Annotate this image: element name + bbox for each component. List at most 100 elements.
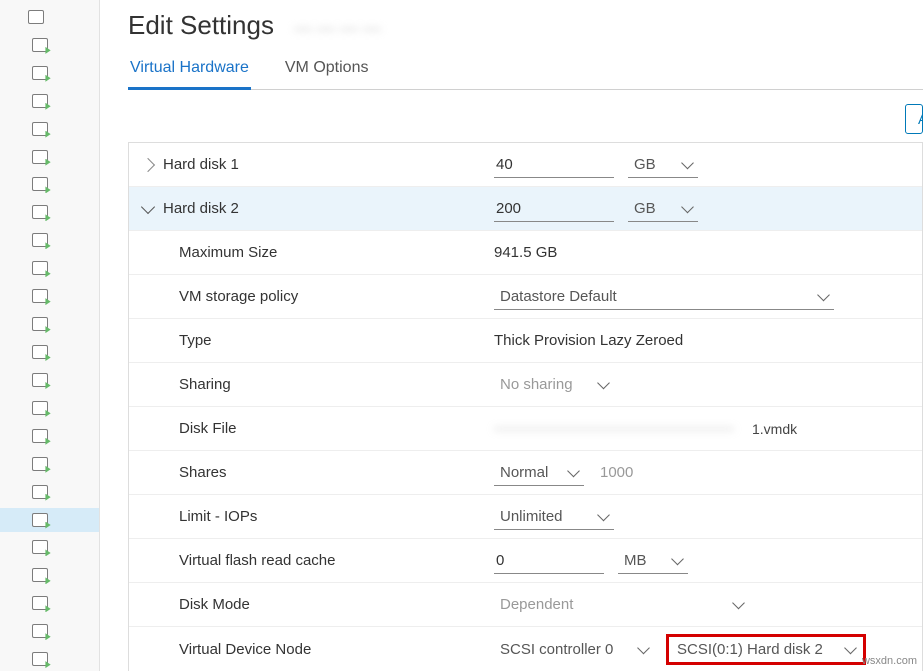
- disk-file-label: Disk File: [179, 420, 237, 437]
- tree-item[interactable]: [0, 200, 99, 224]
- shares-label: Shares: [179, 464, 227, 481]
- vm-icon: [32, 345, 48, 359]
- flash-cache-unit-select[interactable]: MB: [618, 548, 688, 574]
- sharing-label: Sharing: [179, 376, 231, 393]
- vm-icon: [32, 596, 48, 610]
- vm-icon: [32, 205, 48, 219]
- tree-item[interactable]: [0, 480, 99, 504]
- tree-item[interactable]: [0, 117, 99, 141]
- row-disk-mode: Disk Mode Dependent: [129, 583, 922, 627]
- flash-cache-label: Virtual flash read cache: [179, 552, 335, 569]
- vm-icon: [32, 177, 48, 191]
- tree-item[interactable]: [0, 619, 99, 643]
- tab-vm-options[interactable]: VM Options: [283, 59, 371, 89]
- tree-item[interactable]: [0, 61, 99, 85]
- max-size-label: Maximum Size: [179, 244, 277, 261]
- vm-icon: [32, 38, 48, 52]
- row-limit-iops: Limit - IOPs Unlimited: [129, 495, 922, 539]
- vm-icon: [32, 289, 48, 303]
- tree-item[interactable]: [0, 591, 99, 615]
- inventory-tree: [0, 0, 100, 671]
- hd1-size-input[interactable]: [494, 152, 614, 178]
- limit-select[interactable]: Unlimited: [494, 504, 614, 530]
- tree-item[interactable]: [0, 424, 99, 448]
- vdn-label: Virtual Device Node: [179, 641, 311, 658]
- vdn-highlight: SCSI(0:1) Hard disk 2: [666, 634, 866, 665]
- tree-item[interactable]: [0, 256, 99, 280]
- hd2-unit-select[interactable]: GB: [628, 196, 698, 222]
- row-shares: Shares Normal: [129, 451, 922, 495]
- vm-icon: [32, 317, 48, 331]
- vm-icon: [32, 373, 48, 387]
- watermark: wsxdn.com: [862, 655, 917, 667]
- hardware-list: Hard disk 1 GB Hard disk 2 GB: [128, 142, 923, 671]
- tab-virtual-hardware[interactable]: Virtual Hardware: [128, 59, 251, 90]
- tree-item[interactable]: [0, 536, 99, 560]
- chevron-down-icon: [141, 200, 155, 214]
- row-hard-disk-2[interactable]: Hard disk 2 GB: [129, 187, 922, 231]
- storage-policy-label: VM storage policy: [179, 288, 298, 305]
- chevron-right-icon: [141, 157, 155, 171]
- max-size-value: 941.5 GB: [494, 244, 557, 261]
- disk-mode-label: Disk Mode: [179, 596, 250, 613]
- tree-item[interactable]: [0, 5, 99, 29]
- tree-item[interactable]: [0, 396, 99, 420]
- storage-policy-select[interactable]: Datastore Default: [494, 284, 834, 310]
- tree-item[interactable]: [0, 368, 99, 392]
- tree-item[interactable]: [0, 340, 99, 364]
- edit-settings-panel: Edit Settings — — — — Virtual Hardware V…: [100, 0, 923, 671]
- tree-item[interactable]: [0, 647, 99, 671]
- vm-icon: [32, 429, 48, 443]
- vm-icon: [32, 150, 48, 164]
- tree-item[interactable]: [0, 173, 99, 197]
- row-flash-cache: Virtual flash read cache MB: [129, 539, 922, 583]
- vm-icon: [32, 122, 48, 136]
- vm-icon: [32, 233, 48, 247]
- tree-item[interactable]: [0, 228, 99, 252]
- tree-item[interactable]: [0, 89, 99, 113]
- flash-cache-size-input[interactable]: [494, 548, 604, 574]
- vm-icon: [32, 401, 48, 415]
- vm-icon: [32, 624, 48, 638]
- vm-icon: [32, 540, 48, 554]
- vm-icon: [32, 66, 48, 80]
- row-virtual-device-node: Virtual Device Node SCSI controller 0 SC…: [129, 627, 922, 671]
- type-label: Type: [179, 332, 212, 349]
- tree-item-selected[interactable]: [0, 508, 99, 532]
- row-type: Type Thick Provision Lazy Zeroed: [129, 319, 922, 363]
- row-sharing: Sharing No sharing: [129, 363, 922, 407]
- disk-mode-select: Dependent: [494, 592, 749, 617]
- vdn-node-select[interactable]: SCSI(0:1) Hard disk 2: [671, 637, 861, 662]
- disk-file-path-blurred: ————————————————: [494, 420, 734, 437]
- limit-label: Limit - IOPs: [179, 508, 257, 525]
- folder-icon: [28, 10, 44, 24]
- add-device-button[interactable]: A: [905, 104, 923, 134]
- hd2-size-input[interactable]: [494, 196, 614, 222]
- tree-item[interactable]: [0, 284, 99, 308]
- page-title: Edit Settings: [128, 10, 274, 41]
- vdn-controller-select[interactable]: SCSI controller 0: [494, 637, 654, 662]
- vm-icon: [32, 457, 48, 471]
- row-hard-disk-1[interactable]: Hard disk 1 GB: [129, 143, 922, 187]
- tree-item[interactable]: [0, 452, 99, 476]
- vm-icon: [32, 485, 48, 499]
- row-storage-policy: VM storage policy Datastore Default: [129, 275, 922, 319]
- row-maximum-size: Maximum Size 941.5 GB: [129, 231, 922, 275]
- tree-item[interactable]: [0, 33, 99, 57]
- vm-icon: [32, 513, 48, 527]
- tree-item[interactable]: [0, 312, 99, 336]
- vm-icon: [32, 261, 48, 275]
- shares-value-input[interactable]: [598, 460, 708, 485]
- vm-icon: [32, 94, 48, 108]
- hd1-unit-select[interactable]: GB: [628, 152, 698, 178]
- tree-item[interactable]: [0, 145, 99, 169]
- vm-icon: [32, 652, 48, 666]
- vm-icon: [32, 568, 48, 582]
- tree-item[interactable]: [0, 563, 99, 587]
- disk-file-ext: 1.vmdk: [752, 421, 797, 437]
- type-value: Thick Provision Lazy Zeroed: [494, 332, 683, 349]
- tabs: Virtual Hardware VM Options: [128, 59, 923, 90]
- sharing-select: No sharing: [494, 372, 614, 397]
- hd2-label: Hard disk 2: [163, 200, 239, 217]
- shares-level-select[interactable]: Normal: [494, 460, 584, 486]
